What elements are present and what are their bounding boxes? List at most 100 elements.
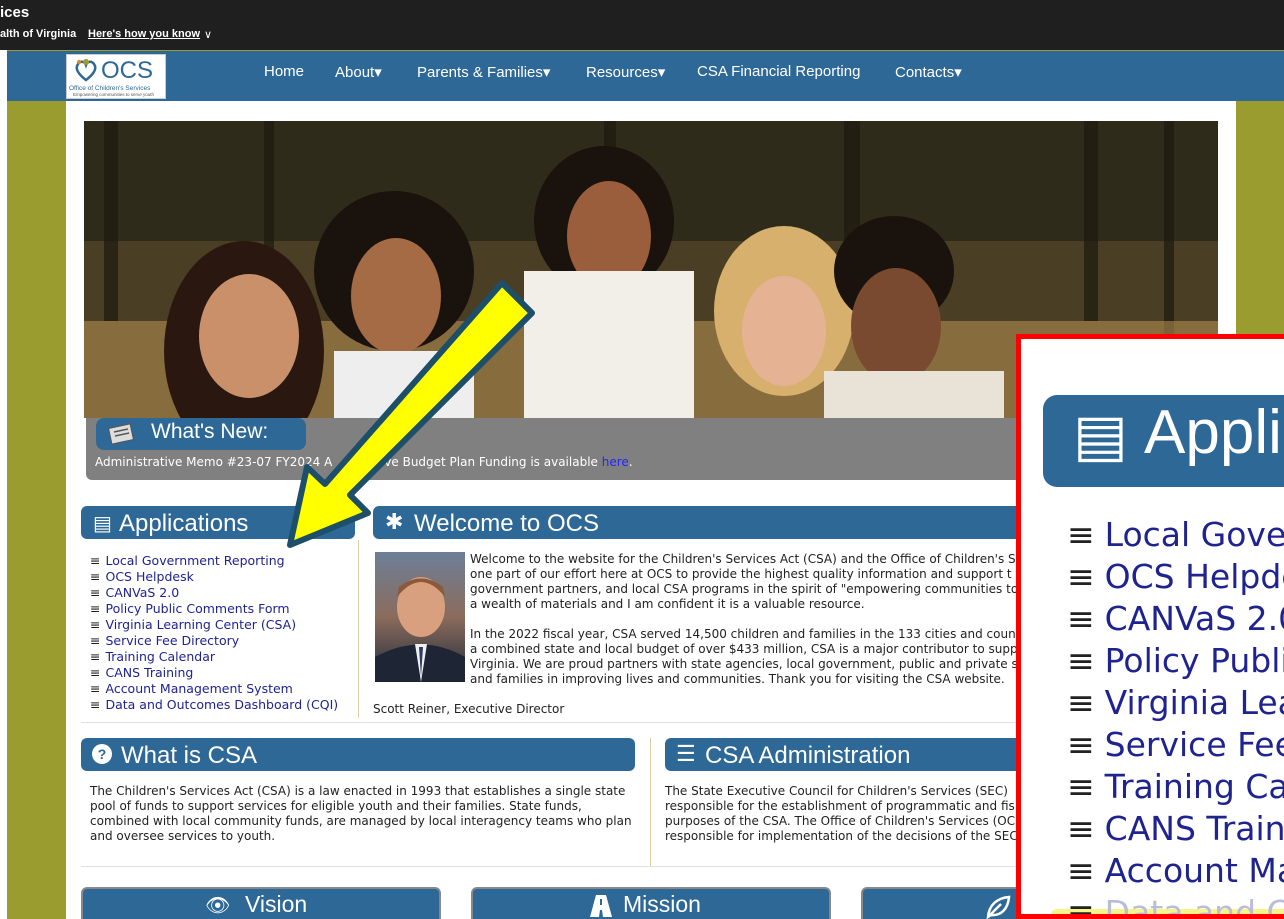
list-icon: ≡ bbox=[1067, 725, 1095, 764]
nav-contacts-label: Contacts bbox=[895, 64, 955, 81]
nav-csa-financial-reporting[interactable]: CSA Financial Reporting bbox=[697, 63, 860, 80]
text-line: combined with local community funds, are… bbox=[90, 814, 632, 828]
nav-about-label: About bbox=[335, 64, 375, 81]
caret-down-icon: ▾ bbox=[374, 64, 382, 81]
list-icon: ≡ bbox=[1067, 641, 1095, 680]
app-link-label: CANS Training bbox=[105, 665, 194, 680]
welcome-title: Welcome to OCS bbox=[414, 510, 599, 537]
mission-tab[interactable]: Mission bbox=[471, 887, 831, 919]
welcome-header: ✱ Welcome to OCS bbox=[373, 506, 1033, 539]
app-link-label: OCS Helpdesk bbox=[105, 569, 194, 584]
app-link-policy-comments[interactable]: ≡ Policy Public Comments Form bbox=[90, 601, 290, 616]
list-icon: ≡ bbox=[90, 665, 101, 680]
app-link-cans-training[interactable]: ≡ CANS Training bbox=[90, 665, 193, 680]
text-line: a wealth of materials and I am confident… bbox=[470, 597, 865, 611]
text-line: purposes of the CSA. The Office of Child… bbox=[665, 814, 1016, 828]
news-here-link[interactable]: here bbox=[602, 455, 629, 469]
news-text-end: . bbox=[628, 455, 633, 469]
list-icon: ≡ bbox=[1067, 851, 1095, 890]
list-icon: ≡ bbox=[90, 569, 101, 584]
app-link-data-outcomes-dashboard[interactable]: ≡ Data and Outcomes Dashboard (CQI) bbox=[90, 697, 338, 712]
app-link-canvas[interactable]: ≡ CANVaS 2.0 bbox=[90, 585, 179, 600]
list-icon: ≡ bbox=[90, 617, 101, 632]
zoom-item-label: Training Ca bbox=[1104, 767, 1284, 806]
nav-parents-families[interactable]: Parents & Families▾ bbox=[417, 63, 550, 81]
news-text-cont: ve Budget Plan Funding is available bbox=[384, 455, 602, 469]
gov-banner-title: ices bbox=[0, 4, 30, 21]
list-alt-icon: ▤ bbox=[1073, 403, 1128, 468]
caret-down-icon: ▾ bbox=[657, 64, 666, 81]
zoom-item-label: Data and C bbox=[1104, 893, 1284, 919]
zoom-item-label: Service Fee bbox=[1104, 725, 1284, 764]
app-link-training-calendar[interactable]: ≡ Training Calendar bbox=[90, 649, 215, 664]
app-link-local-government-reporting[interactable]: ≡ Local Government Reporting bbox=[90, 553, 285, 568]
list-icon: ≡ bbox=[90, 697, 101, 712]
zoom-list-item: ≡ Policy Publi bbox=[1067, 641, 1284, 680]
logo-text: OCS bbox=[101, 57, 154, 84]
list-icon: ≡ bbox=[90, 681, 101, 696]
whats-new-title: What's New: bbox=[151, 420, 269, 443]
applications-header: ▤ Applications bbox=[81, 506, 355, 539]
caret-down-icon: ▾ bbox=[542, 64, 551, 81]
list-alt-icon: ▤ bbox=[93, 513, 112, 535]
heres-how-you-know-link[interactable]: Here's how you know bbox=[88, 28, 200, 40]
text-line: Virginia. We are proud partners with sta… bbox=[470, 657, 1018, 671]
zoom-list-item: ≡ Service Fee bbox=[1067, 725, 1284, 764]
chevron-down-icon[interactable]: ∨ bbox=[204, 28, 212, 41]
column-divider bbox=[358, 540, 359, 718]
values-tab[interactable] bbox=[861, 887, 1031, 919]
ocs-logo[interactable]: OCS Office of Children's Services Empowe… bbox=[66, 54, 166, 99]
zoom-item-label: Account Ma bbox=[1104, 851, 1284, 890]
app-link-label: CANVaS 2.0 bbox=[105, 585, 180, 600]
what-is-csa-text: The Children's Services Act (CSA) is a l… bbox=[90, 784, 632, 844]
gov-banner-subtitle: alth of Virginia bbox=[0, 28, 77, 40]
text-line: government partners, and local CSA progr… bbox=[470, 582, 1019, 596]
nav-parents-label: Parents & Families bbox=[417, 64, 543, 81]
nav-resources[interactable]: Resources▾ bbox=[586, 63, 665, 81]
section-divider bbox=[81, 866, 1021, 867]
zoom-list-item: ≡ Data and C bbox=[1067, 893, 1284, 919]
list-icon: ≡ bbox=[1067, 809, 1095, 848]
text-line: The State Executive Council for Children… bbox=[665, 784, 1008, 798]
logo-subtitle: Office of Children's Services bbox=[69, 85, 151, 92]
list-icon: ≡ bbox=[90, 649, 101, 664]
svg-text:?: ? bbox=[98, 746, 107, 762]
zoom-item-label: CANVaS 2.0 bbox=[1104, 599, 1284, 638]
app-link-ocs-helpdesk[interactable]: ≡ OCS Helpdesk bbox=[90, 569, 194, 584]
list-icon: ≡ bbox=[90, 601, 101, 616]
section-divider bbox=[81, 722, 1021, 723]
zoom-list-item: ≡ CANVaS 2.0 bbox=[1067, 599, 1284, 638]
heart-logo-icon bbox=[75, 59, 97, 82]
vision-tab[interactable]: 👁 Vision bbox=[81, 887, 441, 919]
app-link-service-fee-directory[interactable]: ≡ Service Fee Directory bbox=[90, 633, 239, 648]
nav-contacts[interactable]: Contacts▾ bbox=[895, 63, 962, 81]
zoom-list-item: ≡ CANS Train bbox=[1067, 809, 1284, 848]
text-line: a combined state and local budget of ove… bbox=[470, 642, 1018, 656]
newspaper-icon bbox=[108, 423, 135, 445]
nav-csa-financial-label: CSA Financial Reporting bbox=[697, 63, 861, 80]
zoom-applications-header: ▤ Applic bbox=[1043, 395, 1284, 487]
zoom-applications-title: Applic bbox=[1144, 398, 1284, 467]
csa-administration-header: ☰ CSA Administration bbox=[665, 738, 1025, 771]
list-icon: ≡ bbox=[1067, 557, 1095, 596]
list-icon: ☰ bbox=[676, 741, 696, 766]
list-icon: ≡ bbox=[1067, 599, 1095, 638]
what-is-csa-header: ? What is CSA bbox=[81, 738, 635, 771]
zoom-list-item: ≡ OCS Helpde bbox=[1067, 557, 1284, 596]
zoom-callout: ▤ Applic ≡Local Gover ≡OCS Helpde ≡CANVa… bbox=[1016, 334, 1284, 919]
nav-home[interactable]: Home bbox=[264, 63, 304, 80]
mission-tab-label: Mission bbox=[623, 891, 701, 917]
caret-down-icon: ▾ bbox=[954, 64, 962, 81]
app-link-virginia-learning-center[interactable]: ≡ Virginia Learning Center (CSA) bbox=[90, 617, 296, 632]
nav-resources-label: Resources bbox=[586, 64, 658, 81]
list-icon: ≡ bbox=[1067, 515, 1095, 554]
list-icon: ≡ bbox=[1067, 767, 1095, 806]
list-icon: ≡ bbox=[1067, 893, 1095, 919]
list-icon: ≡ bbox=[90, 633, 101, 648]
zoom-item-label: OCS Helpde bbox=[1104, 557, 1284, 596]
app-link-label: Data and Outcomes Dashboard (CQI) bbox=[105, 697, 339, 712]
asterisk-icon: ✱ bbox=[385, 509, 404, 534]
nav-about[interactable]: About▾ bbox=[335, 63, 382, 81]
list-icon: ≡ bbox=[90, 585, 101, 600]
app-link-account-management[interactable]: ≡ Account Management System bbox=[90, 681, 293, 696]
